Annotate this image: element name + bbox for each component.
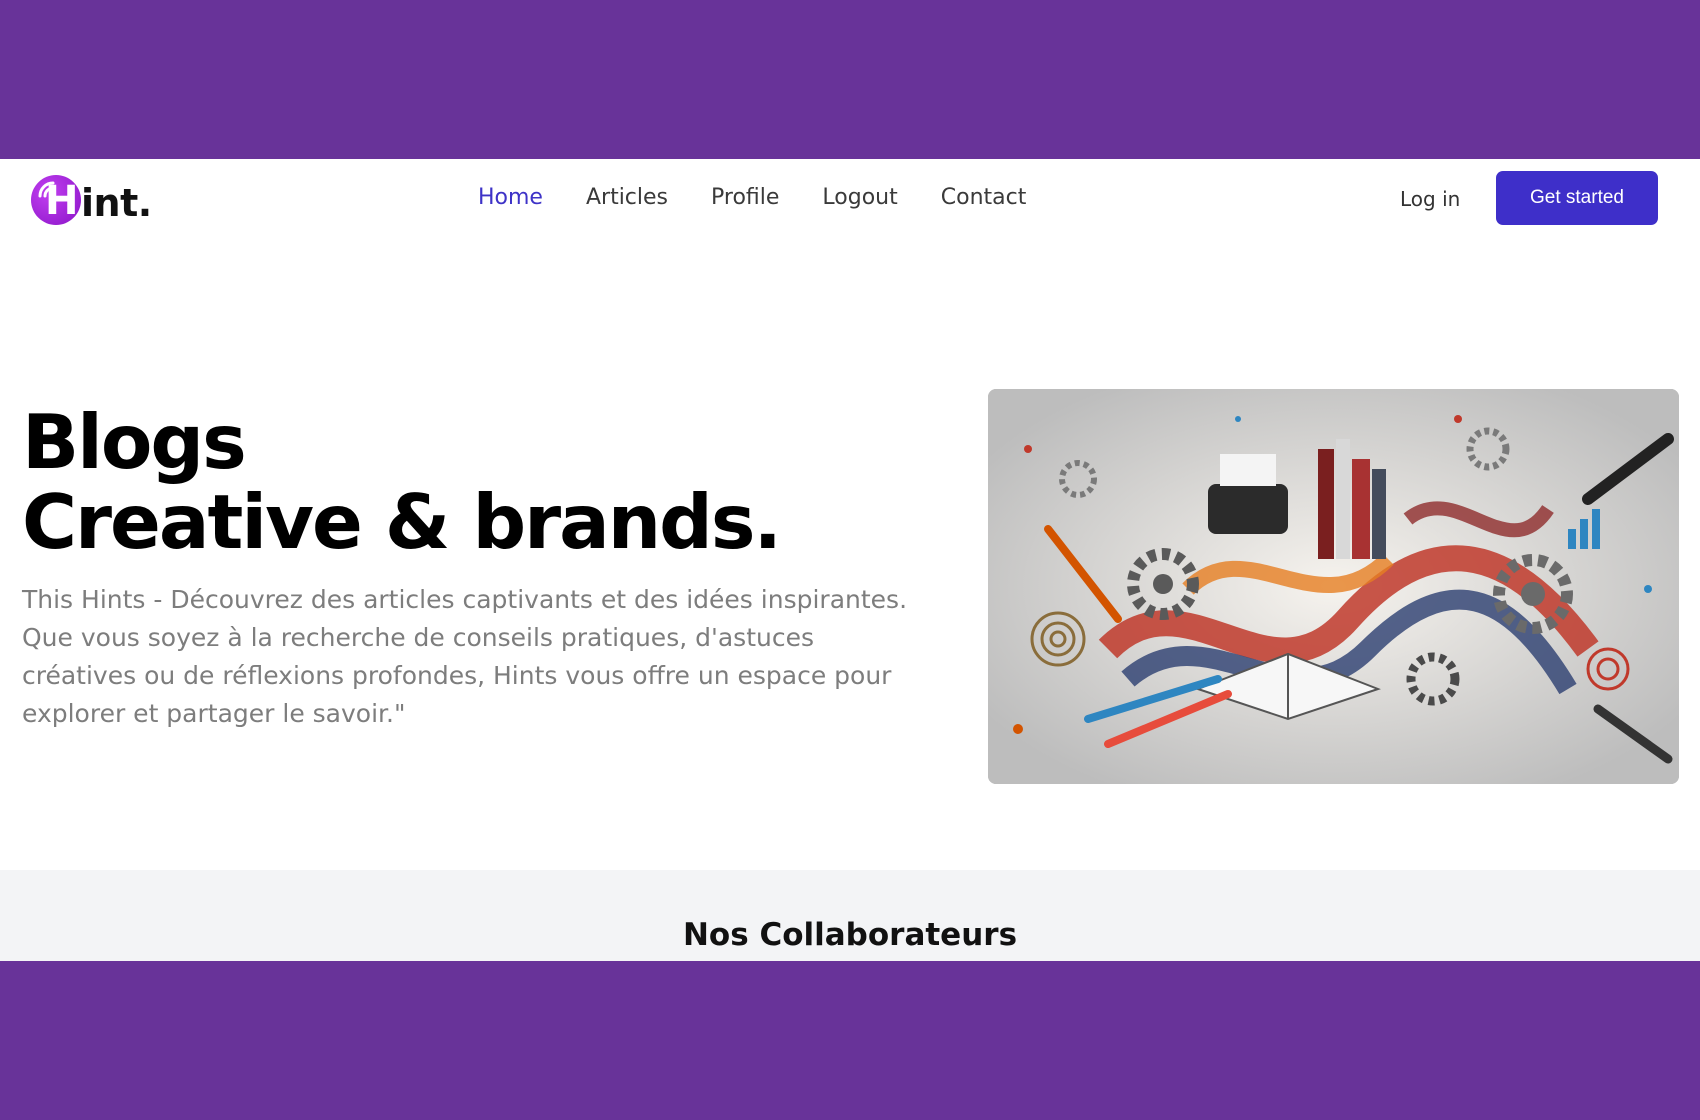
hero-title-line-1: Blogs (22, 398, 247, 486)
nav-item-home[interactable]: Home (478, 183, 543, 213)
page-frame: H int. Home Articles Profile Logout Cont… (0, 159, 1700, 961)
brand-logo[interactable]: H int. (31, 174, 152, 226)
nav-item-articles[interactable]: Articles (586, 183, 668, 213)
collaborators-section: Nos Collaborateurs (0, 870, 1700, 961)
nav-item-logout[interactable]: Logout (822, 183, 897, 213)
hero-description: This Hints - Découvrez des articles capt… (22, 585, 908, 728)
collaborators-heading: Nos Collaborateurs (682, 917, 1018, 953)
collage-illustration-icon (988, 389, 1679, 784)
login-link[interactable]: Log in (1400, 187, 1460, 211)
hero-title-line-2: Creative & brands. (22, 478, 782, 566)
get-started-button[interactable]: Get started (1496, 171, 1658, 225)
nav-item-profile[interactable]: Profile (711, 183, 779, 213)
logo-badge-icon: H (31, 175, 81, 225)
logo-wordmark: int. (81, 181, 152, 225)
site-header: H int. Home Articles Profile Logout Cont… (0, 159, 1700, 237)
nav-item-contact[interactable]: Contact (941, 183, 1027, 213)
main-nav: Home Articles Profile Logout Contact (478, 183, 1069, 213)
hero-title: Blogs Creative & brands. (22, 398, 782, 566)
hero-image (988, 389, 1679, 784)
logo-initial: H (45, 178, 79, 224)
